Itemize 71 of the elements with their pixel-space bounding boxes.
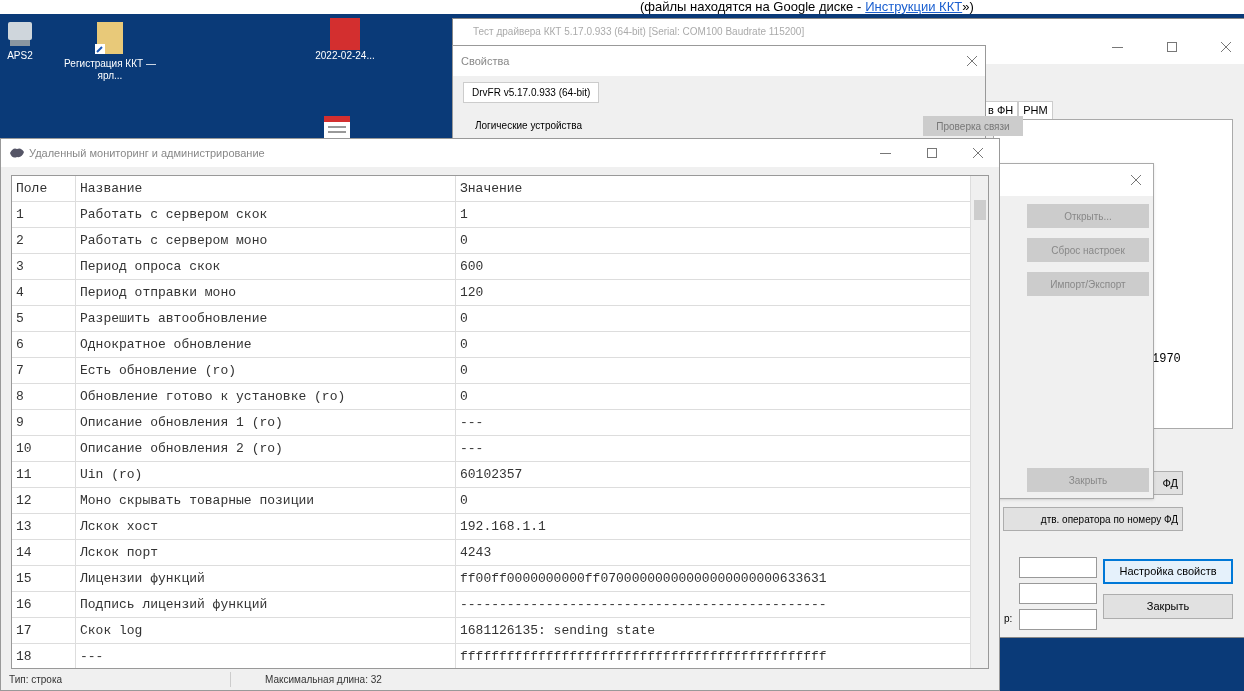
- column-header[interactable]: Поле: [12, 176, 76, 201]
- field-label: р:: [1004, 612, 1013, 626]
- action-button[interactable]: Настройка свойств: [1103, 559, 1233, 584]
- table-cell: Разрешить автообновление: [76, 306, 456, 331]
- group-label: Логические устройства: [475, 119, 582, 133]
- table-cell: Работать с сервером скок: [76, 202, 456, 227]
- table-cell: 15: [12, 566, 76, 591]
- table-cell: 6: [12, 332, 76, 357]
- tab[interactable]: DrvFR v5.17.0.933 (64-bit): [463, 82, 600, 103]
- table-cell: 1: [12, 202, 76, 227]
- maximize-icon[interactable]: [1167, 42, 1177, 52]
- table-cell: 11: [12, 462, 76, 487]
- table-cell: Лскок порт: [76, 540, 456, 565]
- desktop-icon-label[interactable]: Регистрация ККТ — ярл...: [60, 58, 160, 82]
- table-cell: Обновление готово к установке (ro): [76, 384, 456, 409]
- maximize-icon[interactable]: [927, 148, 937, 158]
- tab[interactable]: РНМ: [1018, 101, 1053, 120]
- table-cell: 5: [12, 306, 76, 331]
- minimize-icon[interactable]: [880, 152, 891, 154]
- table-cell: 8: [12, 384, 76, 409]
- table-cell: 18: [12, 644, 76, 668]
- table-cell: Подпись лицензий функций: [76, 592, 456, 617]
- table-cell: 9: [12, 410, 76, 435]
- table-cell: 17: [12, 618, 76, 643]
- desktop-icon-label[interactable]: 2022-02-24...: [315, 50, 375, 62]
- column-header[interactable]: Название: [76, 176, 456, 201]
- table-cell: Скок log: [76, 618, 456, 643]
- scrollbar[interactable]: [971, 176, 988, 668]
- table-cell: 7: [12, 358, 76, 383]
- note-text: (файлы находятся на Google диске -: [640, 0, 862, 14]
- close-icon[interactable]: [1221, 42, 1231, 52]
- input-field[interactable]: [1019, 583, 1097, 604]
- table-cell: 12: [12, 488, 76, 513]
- instructions-link[interactable]: Инструкции ККТ: [865, 0, 963, 14]
- dialog-title: Свойства: [461, 53, 510, 69]
- table-cell: Моно скрывать товарные позиции: [76, 488, 456, 513]
- table-cell: Описание обновления 2 (ro): [76, 436, 456, 461]
- table-cell: Работать с сервером моно: [76, 228, 456, 253]
- document-icon[interactable]: [322, 116, 352, 138]
- input-field[interactable]: [1019, 609, 1097, 630]
- table-cell: Uin (ro): [76, 462, 456, 487]
- action-button[interactable]: Закрыть: [1103, 594, 1233, 619]
- table-cell: 3: [12, 254, 76, 279]
- status-text: Максимальная длина: 32: [264, 673, 382, 687]
- table-cell: 10: [12, 436, 76, 461]
- desktop-icon-label[interactable]: APS2: [7, 50, 33, 62]
- operator-button[interactable]: дтв. оператора по номеру ФД: [1003, 507, 1183, 531]
- table-cell: 4: [12, 280, 76, 305]
- table-cell: 14: [12, 540, 76, 565]
- close-icon[interactable]: [1131, 175, 1141, 185]
- table-cell: Период опроса скок: [76, 254, 456, 279]
- window-title: Тест драйвера ККТ 5.17.0.933 (64-bit) [Serial: COM100 Baudrate 115200]: [473, 25, 805, 39]
- status-text: Тип: строка: [1, 672, 231, 687]
- note-tail: »): [962, 0, 974, 14]
- table-cell: Описание обновления 1 (ro): [76, 410, 456, 435]
- close-icon[interactable]: [967, 56, 977, 66]
- output-text: 1970: [1152, 351, 1181, 368]
- table-cell: Однократное обновление: [76, 332, 456, 357]
- table-cell: Лицензии функций: [76, 566, 456, 591]
- table-cell: 16: [12, 592, 76, 617]
- window-title: Удаленный мониторинг и администрирование: [29, 145, 265, 161]
- input-field[interactable]: [1019, 557, 1097, 578]
- table-cell: 2: [12, 228, 76, 253]
- close-icon[interactable]: [973, 148, 983, 158]
- table-cell: ---: [76, 644, 456, 668]
- table-cell: 13: [12, 514, 76, 539]
- minimize-icon[interactable]: [1112, 46, 1123, 48]
- table-cell: Период отправки моно: [76, 280, 456, 305]
- table-cell: Лскок хост: [76, 514, 456, 539]
- table-cell: Есть обновление (ro): [76, 358, 456, 383]
- app-icon: [9, 146, 25, 160]
